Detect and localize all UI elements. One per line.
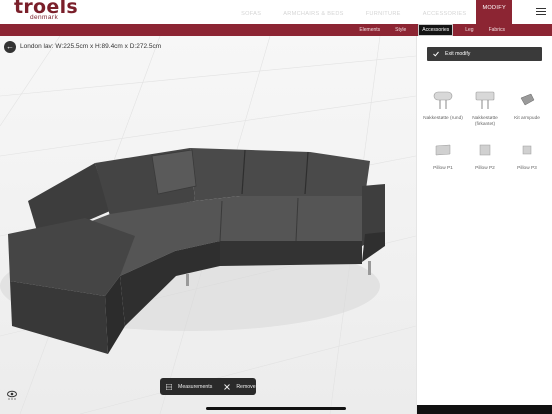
tab-fabrics[interactable]: Fabrics <box>486 25 508 35</box>
accessory-headrest-round[interactable]: Nakkestøtte (rund) <box>423 86 463 122</box>
sub-nav-bar: Elements Style Accessories Leg Fabrics <box>0 24 552 36</box>
bottom-toolbar: Measurements Remove <box>160 378 256 395</box>
main-nav: SOFAS ARMCHAIRS & BEDS FURNITURE ACCESSO… <box>219 0 512 24</box>
nav-item-modify[interactable]: MODIFY <box>476 0 512 24</box>
nav-item-furniture[interactable]: FURNITURE <box>366 6 401 17</box>
accessory-pillow-p3[interactable]: Pillow P3 <box>507 136 547 172</box>
nav-item-sofas[interactable]: SOFAS <box>241 6 261 17</box>
exit-modify-label: Exit modify <box>445 51 471 57</box>
sofa-3d-render[interactable] <box>0 36 416 414</box>
accessory-pillow-p1[interactable]: Pillow P1 <box>423 136 463 172</box>
measurements-label: Measurements <box>178 383 213 390</box>
accessories-panel: Exit modify Nakkestøtte (rund) Nakkestøt… <box>416 36 552 414</box>
pillow-p1-icon <box>435 144 451 156</box>
brand-logo[interactable]: troels denmark <box>14 0 78 21</box>
back-arrow-icon[interactable]: ← <box>4 41 16 53</box>
tab-elements[interactable]: Elements <box>356 25 383 35</box>
accessory-pillow-p2[interactable]: Pillow P2 <box>465 136 505 172</box>
accessory-label: Pillow P3 <box>517 166 537 171</box>
remove-button[interactable]: Remove <box>224 383 256 390</box>
nav-item-armchairs-beds[interactable]: ARMCHAIRS & BEDS <box>283 6 343 17</box>
home-indicator[interactable] <box>206 407 346 410</box>
sub-tabs: Elements Style Accessories Leg Fabrics <box>347 24 508 36</box>
3d-viewport[interactable]: ← London lav: W:225.5cm x H:89.4cm x D:2… <box>0 36 416 414</box>
nav-item-accessories[interactable]: ACCESSORIES <box>423 6 467 17</box>
headrest-round-icon <box>433 91 453 109</box>
accessory-headrest-square[interactable]: Nakkestøtte (firkantet) <box>465 86 505 128</box>
top-header: troels denmark SOFAS ARMCHAIRS & BEDS FU… <box>0 0 552 24</box>
accessory-label: Nakkestøtte (rund) <box>423 116 463 121</box>
accessory-label: Kit armpude <box>514 116 540 121</box>
close-icon <box>224 383 231 390</box>
accessory-label: Pillow P1 <box>433 166 453 171</box>
check-icon <box>433 51 439 57</box>
pillow-p2-icon <box>479 144 491 156</box>
remove-label: Remove <box>236 383 256 390</box>
headrest-square-icon <box>475 91 495 109</box>
tab-style[interactable]: Style <box>392 25 409 35</box>
tab-leg[interactable]: Leg <box>462 25 476 35</box>
accessory-label: Pillow P2 <box>475 166 495 171</box>
exit-modify-button[interactable]: Exit modify <box>427 47 542 61</box>
ruler-icon <box>166 383 172 390</box>
accessory-armpad[interactable]: Kit armpude <box>507 86 547 122</box>
measurements-button[interactable]: Measurements <box>166 383 213 390</box>
pillow-p3-icon <box>522 145 532 155</box>
panel-footer-bar <box>417 405 552 414</box>
hamburger-menu-icon[interactable] <box>536 8 546 15</box>
logo-subtext: denmark <box>30 14 59 21</box>
tab-accessories[interactable]: Accessories <box>418 24 454 36</box>
eye-icon[interactable] <box>6 388 18 400</box>
accessory-label: Nakkestøtte (firkantet) <box>472 116 498 128</box>
dimensions-readout: London lav: W:225.5cm x H:89.4cm x D:272… <box>20 43 162 50</box>
armpad-icon <box>520 93 535 106</box>
